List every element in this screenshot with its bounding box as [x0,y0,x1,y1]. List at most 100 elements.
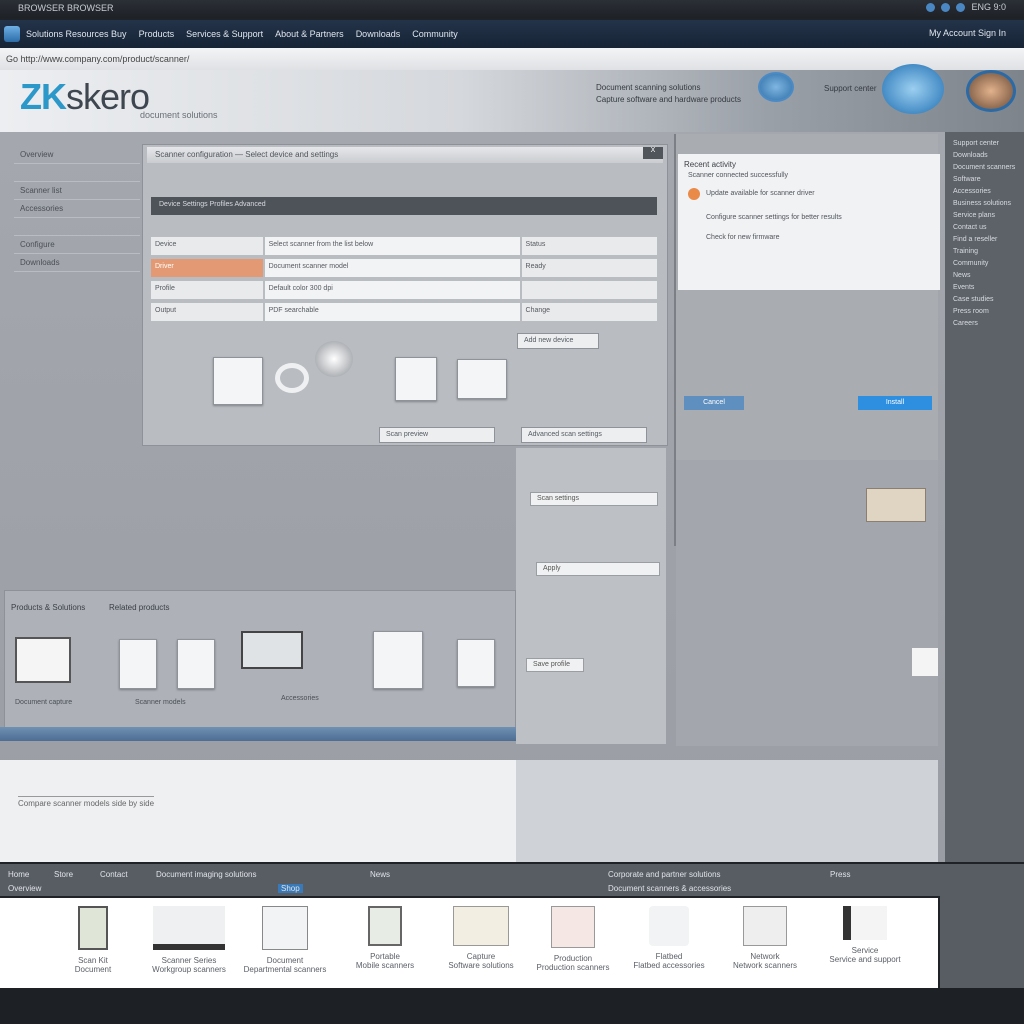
middle-strip: Scan settings Apply Save profile [516,448,666,744]
system-bar: BROWSER BROWSER ENG 9:0 [0,0,1024,18]
sidebar-link[interactable]: Business solutions [953,198,1016,210]
table-cell: Change [521,303,657,321]
sidebar-link[interactable]: Community [953,258,1016,270]
sidebar-link[interactable]: Document scanners [953,162,1016,174]
install-button[interactable]: Install [858,396,932,410]
cancel-button[interactable]: Cancel [684,396,744,410]
left-nav-item[interactable]: Downloads [14,254,140,272]
footer-link[interactable]: Press [830,870,850,879]
sidebar-link[interactable]: Software [953,174,1016,186]
sidebar-link[interactable]: Find a reseller [953,234,1016,246]
nav-item[interactable]: Solutions Resources Buy [26,29,127,39]
header-link[interactable]: Capture software and hardware products [596,94,741,106]
sidebar-link[interactable]: Support center [953,138,1016,150]
product-item[interactable]: Scan Kit Document [48,906,138,974]
document-image[interactable] [373,631,423,689]
sidebar-link[interactable]: Contact us [953,222,1016,234]
thumbnail-image[interactable] [866,488,926,522]
compare-text[interactable]: Compare scanner models side by side [18,796,155,808]
document-card[interactable] [457,359,507,399]
notification-icon[interactable] [956,2,966,12]
product-item[interactable]: Capture Software solutions [436,906,526,970]
table-row[interactable]: Device Select scanner from the list belo… [151,237,657,255]
nav-item[interactable]: Community [412,29,458,39]
sidebar-link[interactable]: News [953,270,1016,282]
left-nav-item[interactable]: Configure [14,236,140,254]
sidebar-link[interactable]: Service plans [953,210,1016,222]
left-nav-item[interactable]: Scanner list [14,182,140,200]
sidebar-link[interactable]: Press room [953,306,1016,318]
product-item[interactable]: Service Service and support [820,906,910,964]
device-image[interactable] [177,639,215,689]
save-profile-button[interactable]: Save profile [526,658,584,672]
product-image [453,906,509,946]
footer-link-active[interactable]: Shop [278,884,303,893]
footer-link[interactable]: Corporate and partner solutions [608,870,721,879]
scroll-bar[interactable] [0,727,516,741]
nav-item[interactable]: About & Partners [275,29,344,39]
left-nav-item[interactable]: Overview [14,146,140,164]
footer-link[interactable]: News [370,870,390,879]
product-item[interactable]: Flatbed Flatbed accessories [624,906,714,970]
left-nav-item[interactable]: Accessories [14,200,140,218]
sidebar-link[interactable]: Careers [953,318,1016,330]
user-avatar[interactable] [966,70,1016,112]
left-nav-item[interactable] [14,218,140,236]
support-link[interactable]: Support center [824,84,876,93]
product-item[interactable]: Document Departmental scanners [240,906,330,974]
related-products-label: Related products [109,603,170,612]
globe-icon[interactable] [758,72,794,102]
product-item[interactable]: Network Network scanners [720,906,810,970]
device-card[interactable] [395,357,437,401]
dialog-tabbar[interactable]: Device Settings Profiles Advanced [151,197,657,215]
header-link[interactable]: Document scanning solutions [596,82,741,94]
sidebar-link[interactable]: Events [953,282,1016,294]
table-row[interactable]: Output PDF searchable Change [151,303,657,321]
product-item[interactable]: Scanner Series Workgroup scanners [144,906,234,974]
address-text[interactable]: Go http://www.company.com/product/scanne… [6,54,189,64]
account-link[interactable]: My Account Sign In [929,28,1006,38]
page-icon[interactable] [912,648,938,676]
sidebar-link[interactable]: Accessories [953,186,1016,198]
scan-settings-button[interactable]: Scan settings [530,492,658,506]
left-nav-item[interactable] [14,164,140,182]
advanced-settings-button[interactable]: Advanced scan settings [521,427,647,443]
product-item[interactable]: Production Production scanners [528,906,618,972]
product-name: Scan Kit [78,956,108,965]
logo-mark: ZK [20,76,67,117]
address-bar[interactable]: Go http://www.company.com/product/scanne… [0,48,1024,70]
table-row-selected[interactable]: Driver Document scanner model Ready [151,259,657,277]
nav-item[interactable]: Products [139,29,175,39]
footer-link[interactable]: Document scanners & accessories [608,884,731,893]
table-row[interactable]: Profile Default color 300 dpi [151,281,657,299]
nav-bar: Solutions Resources Buy Products Service… [0,20,1024,48]
scan-preview-button[interactable]: Scan preview [379,427,495,443]
nav-item[interactable]: Downloads [356,29,401,39]
sidebar-link[interactable]: Training [953,246,1016,258]
footer-link[interactable]: Store [54,870,73,879]
nav-item[interactable]: Services & Support [186,29,263,39]
device-image[interactable] [457,639,495,687]
scanner-image[interactable] [241,631,303,669]
activity-item[interactable]: Update available for scanner driver [706,190,815,197]
product-item[interactable]: Portable Mobile scanners [340,906,430,970]
sidebar-link[interactable]: Downloads [953,150,1016,162]
network-icon[interactable] [926,2,936,12]
close-icon[interactable]: X [643,147,663,159]
scanner-card[interactable] [213,357,263,405]
device-image[interactable] [119,639,157,689]
volume-icon[interactable] [941,2,951,12]
sidebar-link[interactable]: Case studies [953,294,1016,306]
activity-item[interactable]: Check for new firmware [706,234,780,241]
activity-item[interactable]: Configure scanner settings for better re… [706,214,842,221]
add-device-button[interactable]: Add new device [517,333,599,349]
footer-link[interactable]: Home [8,870,29,879]
apply-button[interactable]: Apply [536,562,660,576]
laptop-image[interactable] [15,637,71,683]
footer-link[interactable]: Document imaging solutions [156,870,257,879]
footer-link[interactable]: Contact [100,870,128,879]
product-name: Flatbed [655,952,683,961]
site-logo[interactable]: ZKskero [20,76,150,118]
footer-link[interactable]: Overview [8,884,41,893]
app-logo-icon[interactable] [4,26,20,42]
